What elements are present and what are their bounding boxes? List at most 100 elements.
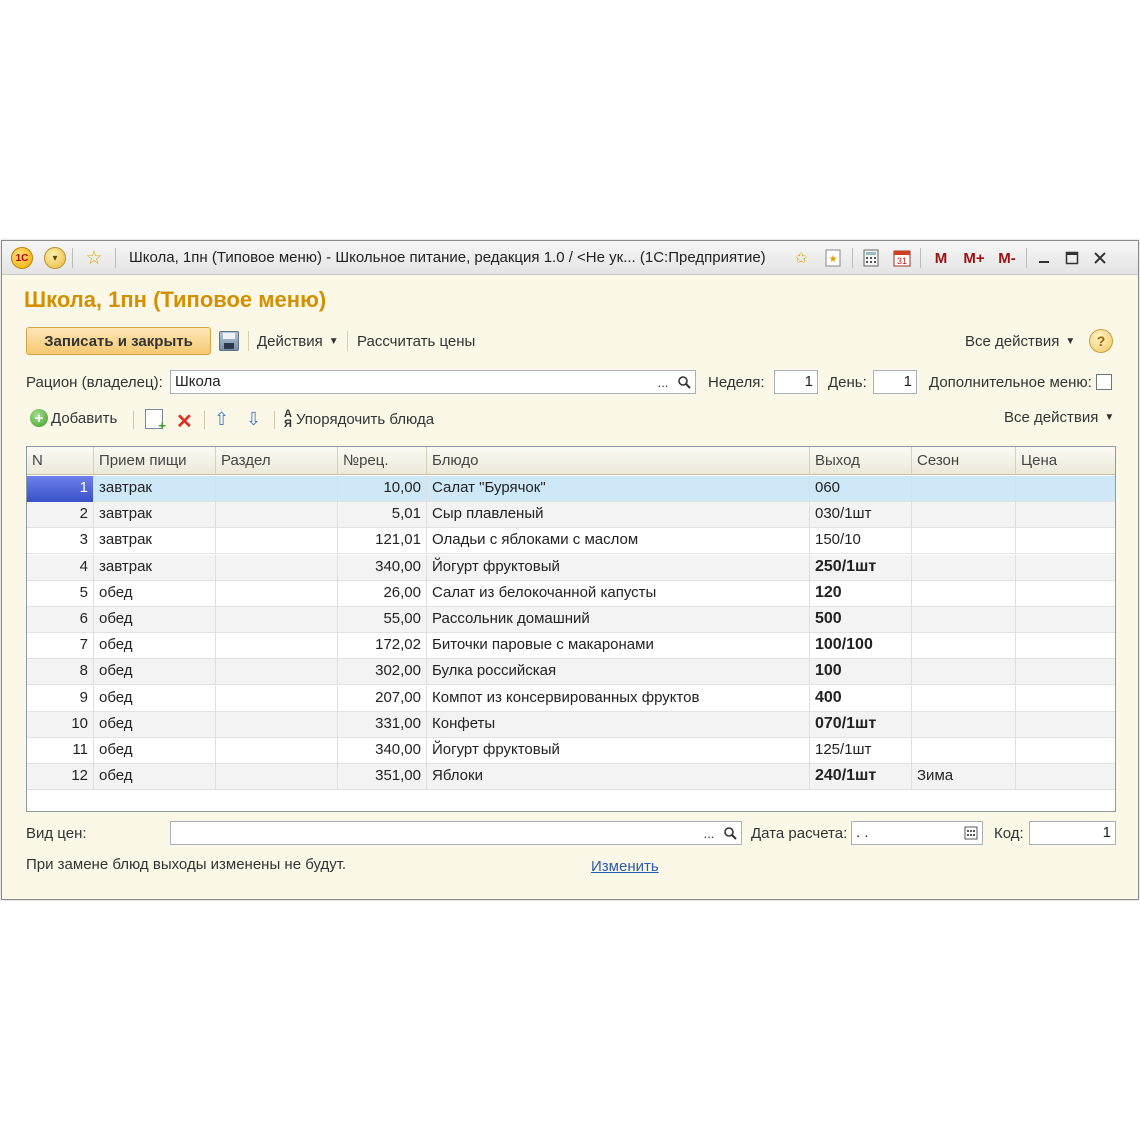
delete-row-button[interactable]: ✕: [176, 409, 193, 434]
search-icon[interactable]: [674, 371, 694, 393]
table-row[interactable]: 8 обед 302,00 Булка российская 100: [27, 659, 1115, 686]
cell-price[interactable]: [1016, 528, 1115, 554]
cell-output[interactable]: 250/1шт: [810, 554, 912, 581]
table-row[interactable]: 9 обед 207,00 Компот из консервированных фр…: [27, 685, 1115, 712]
table-row[interactable]: 7 обед 172,02 Биточки паровые с макаронами 1…: [27, 633, 1115, 660]
cell-recipe[interactable]: 351,00: [338, 764, 427, 791]
table-row[interactable]: 2 завтрак 5,01 Сыр плавленый 030/1шт: [27, 502, 1115, 529]
cell-dish[interactable]: Яблоки: [427, 764, 810, 791]
cell-n[interactable]: 2: [27, 502, 94, 529]
logo-1c-icon[interactable]: 1С: [11, 247, 33, 269]
save-and-close-button[interactable]: Записать и закрыть: [26, 327, 211, 355]
cell-section[interactable]: [216, 659, 338, 686]
cell-section[interactable]: [216, 554, 338, 581]
extra-menu-checkbox[interactable]: [1096, 374, 1112, 390]
column-header[interactable]: Выход: [810, 447, 912, 475]
cell-recipe[interactable]: 207,00: [338, 685, 427, 712]
column-header[interactable]: Цена: [1016, 447, 1115, 475]
cell-output[interactable]: 125/1шт: [810, 738, 912, 764]
cell-recipe[interactable]: 331,00: [338, 711, 427, 738]
cell-price[interactable]: [1016, 738, 1115, 764]
cell-price[interactable]: [1016, 686, 1115, 712]
help-icon[interactable]: ?: [1089, 329, 1113, 353]
cell-dish[interactable]: Рассольник домашний: [427, 607, 810, 633]
bookmark-icon[interactable]: ★: [822, 247, 844, 269]
star-add-icon[interactable]: ✩: [789, 247, 813, 269]
cell-season[interactable]: [912, 738, 1016, 764]
cell-n[interactable]: 6: [27, 607, 94, 633]
cell-recipe[interactable]: 121,01: [338, 528, 427, 555]
all-actions-menu[interactable]: Все действия ▼: [965, 333, 1075, 350]
cell-recipe[interactable]: 340,00: [338, 554, 427, 581]
cell-meal[interactable]: обед: [94, 659, 216, 686]
cell-n[interactable]: 11: [27, 738, 94, 764]
add-button[interactable]: + Добавить: [30, 409, 117, 427]
memory-minus-button[interactable]: M-: [992, 247, 1022, 269]
cell-season[interactable]: [912, 554, 1016, 581]
cell-n[interactable]: 7: [27, 633, 94, 660]
column-header[interactable]: №рец.: [338, 447, 427, 475]
cell-meal[interactable]: завтрак: [94, 476, 216, 502]
maximize-icon[interactable]: [1060, 247, 1084, 269]
cell-meal[interactable]: завтрак: [94, 502, 216, 529]
cell-output[interactable]: 400: [810, 685, 912, 712]
cell-meal[interactable]: обед: [94, 633, 216, 660]
cell-recipe[interactable]: 302,00: [338, 659, 427, 686]
price-type-field[interactable]: ...: [170, 821, 742, 845]
cell-dish[interactable]: Конфеты: [427, 711, 810, 738]
week-field[interactable]: 1: [774, 370, 818, 394]
cell-section[interactable]: [216, 633, 338, 660]
calc-prices-button[interactable]: Рассчитать цены: [357, 333, 475, 350]
column-header[interactable]: N: [27, 447, 94, 475]
favorites-star-icon[interactable]: ☆: [83, 247, 105, 269]
table-row[interactable]: 1 завтрак 10,00 Салат "Бурячок" 060: [27, 476, 1115, 502]
cell-output[interactable]: 100/100: [810, 633, 912, 660]
save-disk-icon[interactable]: [219, 331, 239, 351]
cell-section[interactable]: [216, 764, 338, 791]
cell-dish[interactable]: Компот из консервированных фруктов: [427, 685, 810, 712]
cell-n[interactable]: 3: [27, 528, 94, 555]
cell-recipe[interactable]: 55,00: [338, 607, 427, 633]
cell-meal[interactable]: обед: [94, 685, 216, 712]
memory-m-button[interactable]: M: [930, 247, 952, 269]
cell-season[interactable]: [912, 607, 1016, 633]
cell-n[interactable]: 1: [27, 476, 94, 502]
change-link[interactable]: Изменить: [591, 858, 659, 875]
cell-price[interactable]: [1016, 712, 1115, 738]
cell-section[interactable]: [216, 607, 338, 633]
move-down-button[interactable]: ⇩: [246, 409, 261, 430]
cell-dish[interactable]: Булка российская: [427, 659, 810, 686]
cell-season[interactable]: [912, 580, 1016, 607]
cell-n[interactable]: 4: [27, 554, 94, 581]
actions-menu[interactable]: Действия ▼: [257, 333, 339, 350]
table-all-actions-menu[interactable]: Все действия ▼: [1004, 409, 1114, 426]
calc-date-field[interactable]: . .: [851, 821, 983, 845]
search-icon[interactable]: [720, 822, 740, 844]
cell-n[interactable]: 5: [27, 580, 94, 607]
cell-season[interactable]: [912, 528, 1016, 555]
day-field[interactable]: 1: [873, 370, 917, 394]
ration-field[interactable]: Школа ...: [170, 370, 696, 394]
cell-price[interactable]: [1016, 607, 1115, 633]
cell-n[interactable]: 8: [27, 659, 94, 686]
calculator-icon[interactable]: [860, 247, 882, 269]
column-header[interactable]: Раздел: [216, 447, 338, 475]
cell-season[interactable]: [912, 502, 1016, 529]
calendar-icon[interactable]: 31: [891, 247, 913, 269]
menu-table[interactable]: N Прием пищи Раздел №рец. Блюдо Выход Се…: [26, 446, 1116, 812]
cell-price[interactable]: [1016, 555, 1115, 581]
cell-dish[interactable]: Салат из белокочанной капусты: [427, 580, 810, 607]
cell-n[interactable]: 10: [27, 711, 94, 738]
sort-dishes-button[interactable]: A Я Упорядочить блюда: [284, 409, 434, 430]
cell-season[interactable]: [912, 685, 1016, 712]
cell-meal[interactable]: обед: [94, 738, 216, 764]
cell-meal[interactable]: обед: [94, 764, 216, 791]
table-row[interactable]: 11 обед 340,00 Йогурт фруктовый 125/1шт: [27, 738, 1115, 764]
cell-dish[interactable]: Йогурт фруктовый: [427, 738, 810, 764]
cell-meal[interactable]: обед: [94, 607, 216, 633]
cell-recipe[interactable]: 5,01: [338, 502, 427, 529]
table-row[interactable]: 5 обед 26,00 Салат из белокочанной капусты 1…: [27, 580, 1115, 607]
cell-price[interactable]: [1016, 633, 1115, 659]
select-dots-button[interactable]: ...: [699, 822, 719, 844]
cell-recipe[interactable]: 172,02: [338, 633, 427, 660]
